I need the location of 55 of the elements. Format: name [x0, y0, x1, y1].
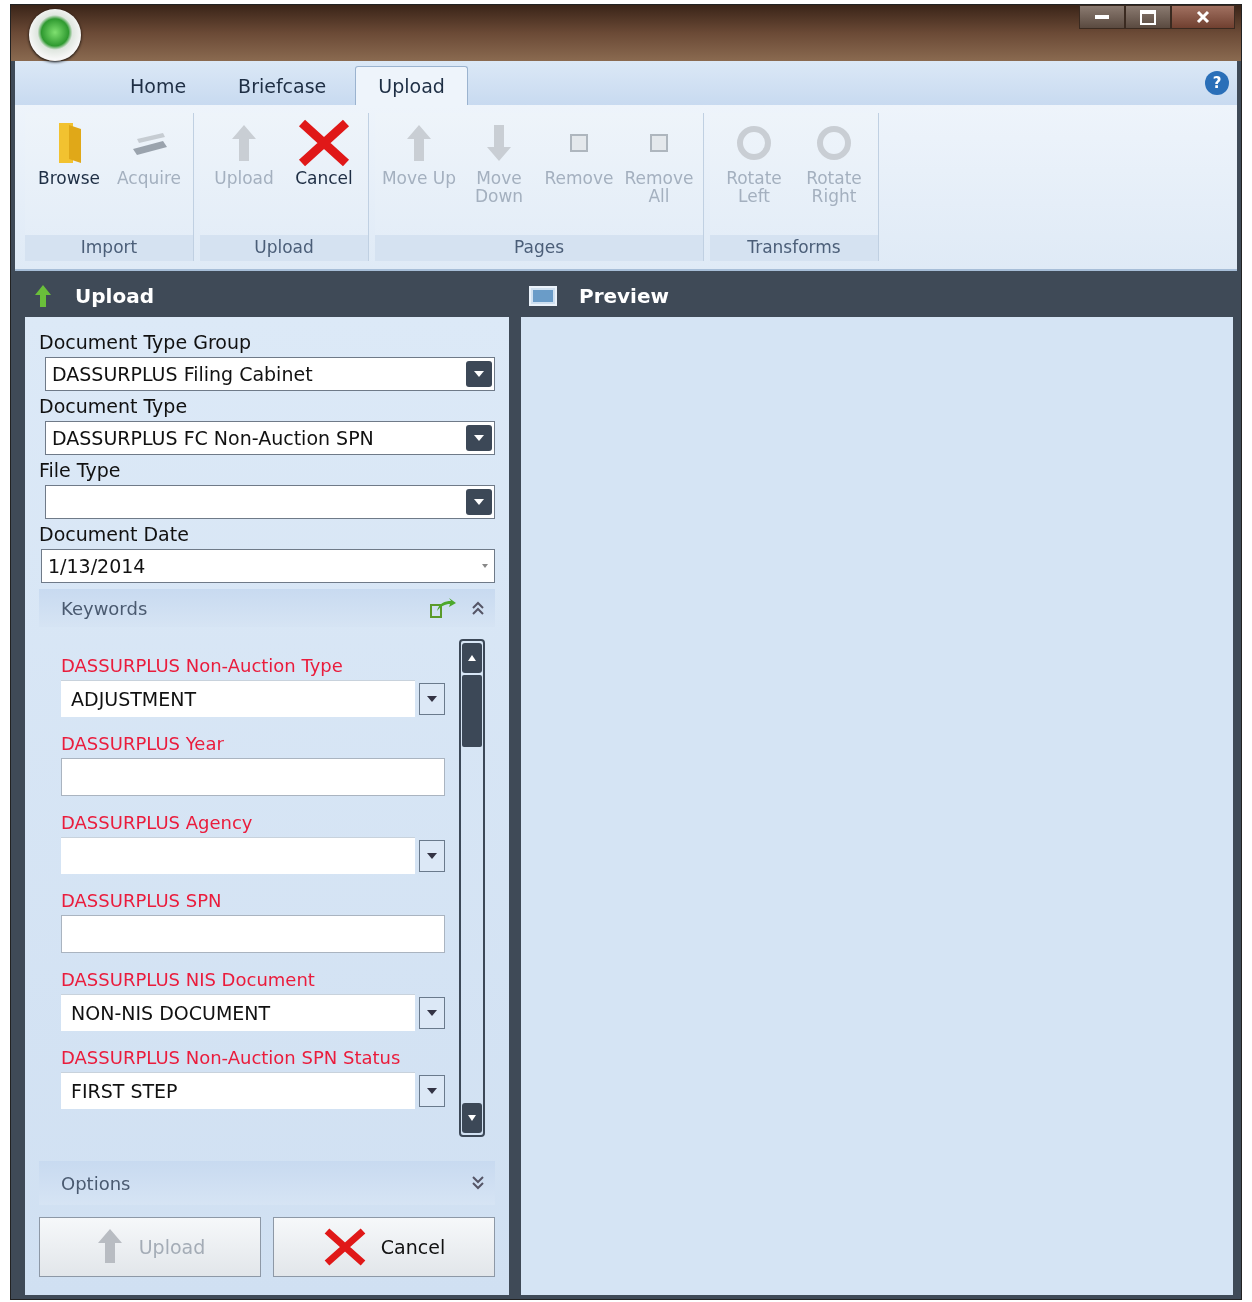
group-label: Transforms	[710, 235, 878, 261]
dropdown-field[interactable]: DASSURPLUS Filing Cabinet	[45, 357, 495, 391]
collapse-chevron-icon[interactable]	[471, 600, 485, 616]
ribbon-tab[interactable]: Home	[107, 66, 210, 105]
app-orb-icon[interactable]	[29, 9, 81, 61]
ribbon-tab[interactable]: Briefcase	[215, 66, 350, 105]
section-title: Options	[61, 1172, 131, 1194]
section-title: Keywords	[61, 597, 148, 619]
dropdown-field[interactable]: FIRST STEP	[61, 1072, 415, 1109]
page-icon	[569, 133, 589, 153]
date-field[interactable]: 1/13/2014	[41, 549, 495, 583]
ribbon-button[interactable]: Cancel	[284, 113, 364, 235]
dropdown-arrow-icon	[482, 564, 488, 568]
close-button[interactable]	[1171, 5, 1235, 29]
ribbon-tab[interactable]: Upload	[355, 66, 468, 105]
group-label: Upload	[200, 235, 368, 261]
page-icon	[649, 133, 669, 153]
dropdown-field[interactable]: ADJUSTMENT	[61, 680, 415, 717]
dropdown-field[interactable]	[45, 485, 495, 519]
pane-title: Preview	[579, 284, 670, 308]
keyword-label: DASSURPLUS Non-Auction SPN Status	[61, 1047, 402, 1068]
group-label: Pages	[375, 235, 703, 261]
maximize-button[interactable]	[1125, 5, 1171, 29]
keyword-label: DASSURPLUS Non-Auction Type	[61, 655, 344, 676]
pane-title: Upload	[75, 284, 154, 308]
text-field[interactable]	[61, 758, 445, 796]
scroll-down-icon[interactable]	[462, 1103, 482, 1133]
ribbon-button[interactable]: Browse	[29, 113, 109, 235]
field-label: File Type	[39, 459, 122, 481]
scrollbar-thumb[interactable]	[462, 675, 482, 747]
section-header[interactable]: Options	[39, 1161, 495, 1205]
close-icon	[1196, 10, 1210, 24]
keyword-label: DASSURPLUS Year	[61, 733, 225, 754]
keyword-label: DASSURPLUS Agency	[61, 812, 254, 833]
cross-icon	[296, 119, 352, 167]
field-label: Document Type Group	[39, 331, 252, 353]
section-header[interactable]: Keywords	[39, 589, 495, 627]
field-label: Document Date	[39, 523, 190, 545]
expand-chevron-icon[interactable]	[471, 1175, 485, 1191]
dropdown-field[interactable]: NON-NIS DOCUMENT	[61, 994, 415, 1031]
help-button[interactable]: ?	[1205, 71, 1229, 95]
cross-icon	[322, 1227, 367, 1267]
action-button[interactable]: Cancel	[273, 1217, 495, 1277]
monitor-icon	[529, 285, 557, 307]
dropdown-field[interactable]: DASSURPLUS FC Non-Auction SPN	[45, 421, 495, 455]
minimize-button[interactable]	[1079, 5, 1125, 29]
group-label: Import	[25, 235, 193, 261]
export-arrow-icon[interactable]	[429, 597, 457, 619]
scroll-up-icon[interactable]	[462, 643, 482, 673]
keyword-label: DASSURPLUS SPN	[61, 890, 223, 911]
field-label: Document Type	[39, 395, 189, 417]
keyword-label: DASSURPLUS NIS Document	[61, 969, 316, 990]
up-arrow-icon	[33, 283, 53, 309]
scrollbar[interactable]	[459, 639, 485, 1137]
text-field[interactable]	[61, 915, 445, 953]
